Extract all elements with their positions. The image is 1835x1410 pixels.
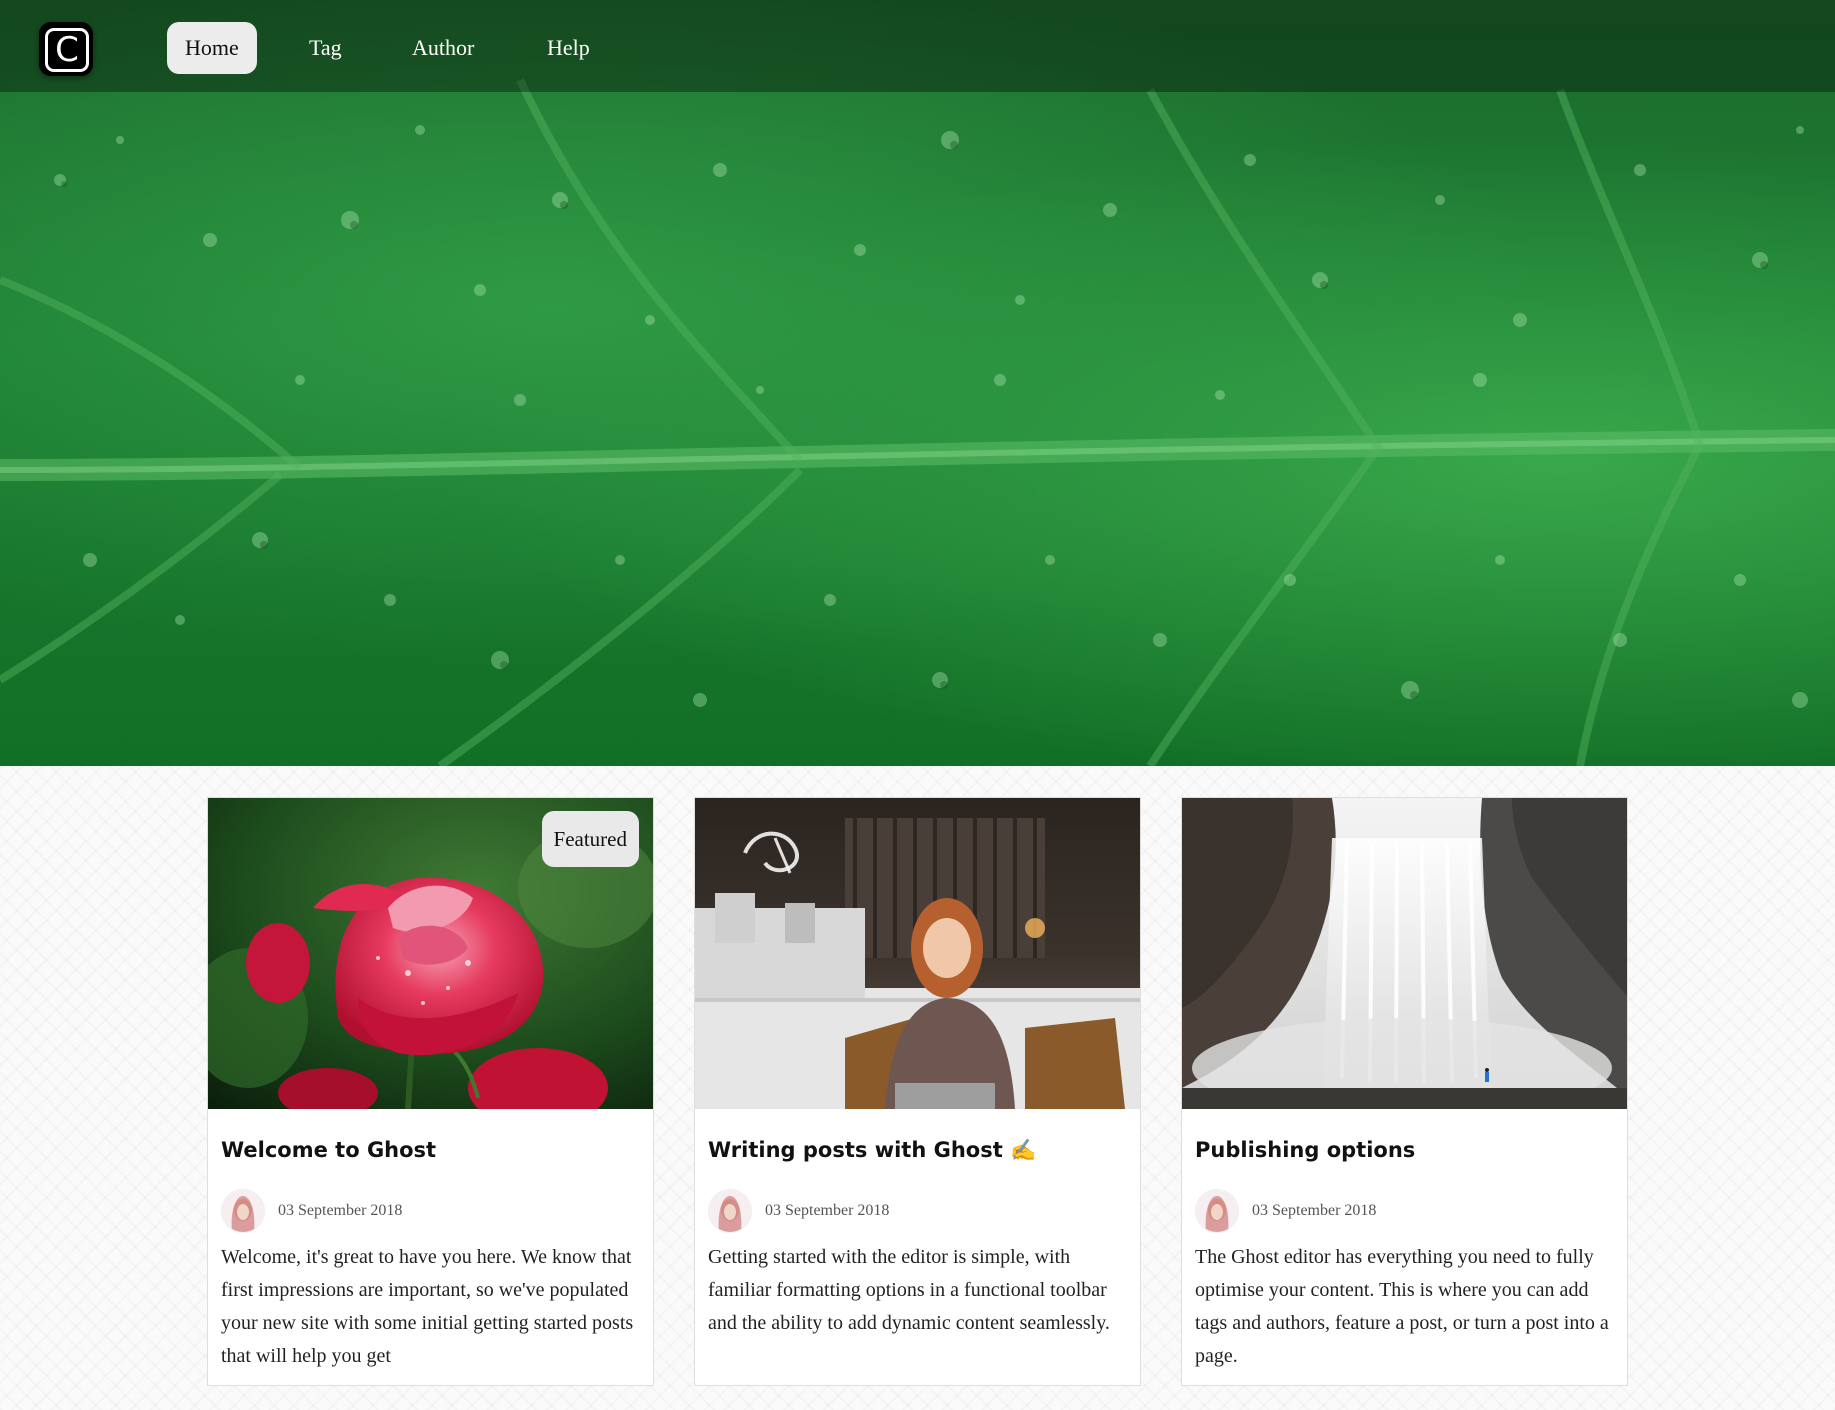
nav-item-tag[interactable]: Tag (291, 22, 360, 74)
leaf-image (0, 78, 1835, 766)
author-avatar[interactable] (1195, 1189, 1239, 1233)
site-logo[interactable]: C (39, 22, 93, 76)
post-meta: 03 September 2018 (1195, 1189, 1376, 1233)
top-navigation: C Home Tag Author Help (0, 0, 1835, 92)
post-excerpt: Welcome, it's great to have you here. We… (221, 1246, 634, 1367)
post-card-welcome[interactable]: Featured Welcome to Ghost 03 September 2… (207, 797, 654, 1386)
post-date: 03 September 2018 (278, 1202, 403, 1219)
post-image-cafe[interactable] (695, 798, 1140, 1109)
post-date: 03 September 2018 (1252, 1202, 1377, 1219)
post-date: 03 September 2018 (765, 1202, 890, 1219)
post-meta: 03 September 2018 (708, 1189, 889, 1233)
post-excerpt: The Ghost editor has everything you need… (1195, 1246, 1609, 1367)
logo-letter: C (45, 28, 89, 72)
post-card-writing[interactable]: Writing posts with Ghost ✍️ 03 September… (694, 797, 1141, 1386)
post-image-waterfall[interactable] (1182, 798, 1627, 1109)
post-title[interactable]: Writing posts with Ghost ✍️ (708, 1138, 1036, 1163)
post-title[interactable]: Publishing options (1195, 1138, 1415, 1162)
featured-badge: Featured (541, 811, 639, 867)
post-meta: 03 September 2018 (221, 1189, 402, 1233)
post-image-rose[interactable]: Featured (208, 798, 653, 1109)
hero-banner (0, 0, 1835, 766)
nav-item-author[interactable]: Author (394, 22, 492, 74)
nav-item-home[interactable]: Home (167, 22, 257, 74)
author-avatar[interactable] (221, 1189, 265, 1233)
post-card-publishing[interactable]: Publishing options 03 September 2018 The… (1181, 797, 1628, 1386)
nav-item-help[interactable]: Help (529, 22, 608, 74)
post-excerpt: Getting started with the editor is simpl… (708, 1246, 1110, 1334)
author-avatar[interactable] (708, 1189, 752, 1233)
post-title[interactable]: Welcome to Ghost (221, 1138, 436, 1162)
